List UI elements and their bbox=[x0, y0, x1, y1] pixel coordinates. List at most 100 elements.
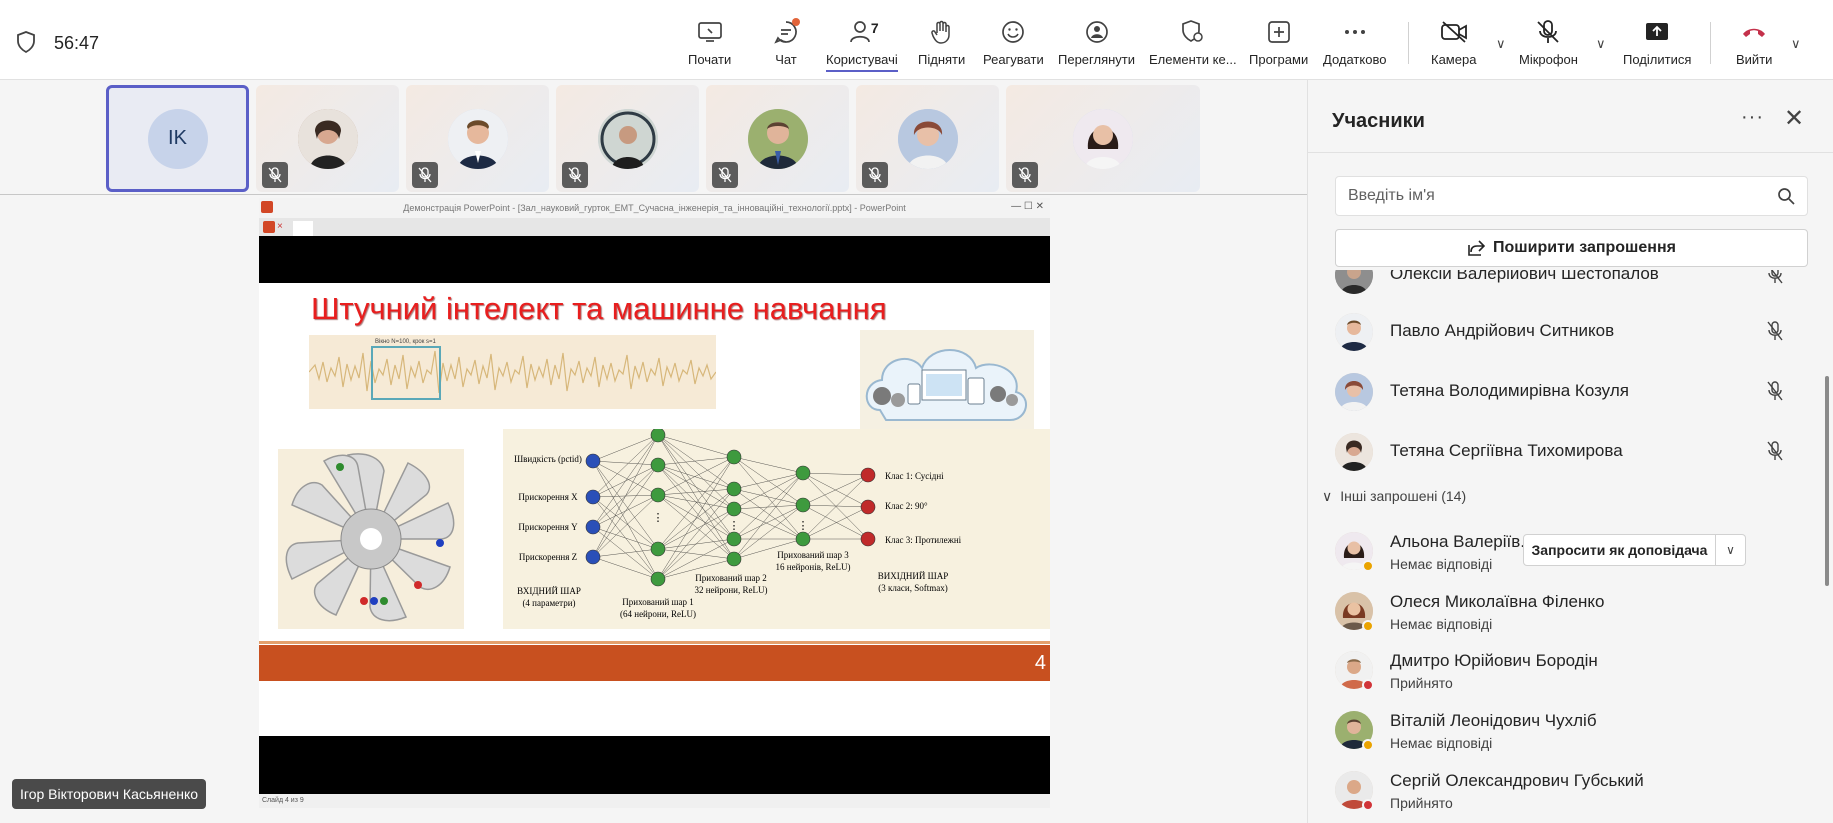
more-options-icon[interactable]: ··· bbox=[1741, 106, 1764, 129]
participant-tile[interactable] bbox=[1006, 85, 1200, 192]
mic-options-chevron-icon[interactable]: ∨ bbox=[1596, 36, 1606, 52]
search-input[interactable] bbox=[1348, 185, 1748, 207]
chat-button[interactable]: Чат bbox=[772, 14, 800, 72]
camera-options-chevron-icon[interactable]: ∨ bbox=[1496, 36, 1506, 52]
participant-name: Сергій Олександрович Губський bbox=[1390, 771, 1644, 790]
elements-label: Елементи ке... bbox=[1149, 52, 1237, 67]
avatar bbox=[597, 108, 658, 169]
participant-search[interactable] bbox=[1335, 176, 1808, 216]
nn-connection bbox=[657, 494, 735, 560]
meeting-controls-button[interactable]: Елементи ке... bbox=[1149, 14, 1237, 72]
nn-connection bbox=[592, 548, 659, 558]
participant-name: Олеся Миколаївна Філенко bbox=[1390, 592, 1605, 611]
nn-connection bbox=[733, 488, 804, 506]
leave-options-chevron-icon[interactable]: ∨ bbox=[1791, 36, 1801, 52]
mic-button[interactable]: Мікрофон bbox=[1519, 14, 1578, 72]
list-item[interactable]: Тетяна Сергіївна Тихомирова bbox=[1308, 421, 1818, 477]
avatar bbox=[297, 108, 358, 169]
invited-group-header[interactable]: ∨ Інші запрошені (14) bbox=[1322, 488, 1466, 505]
window-controls: — ☐ ✕ bbox=[1011, 201, 1044, 212]
participant-tile[interactable] bbox=[706, 85, 849, 192]
nn-neuron bbox=[795, 531, 811, 547]
participant-tile[interactable] bbox=[256, 85, 399, 192]
shared-screen[interactable]: Демонстрація PowerPoint - [Зал_науковий_… bbox=[259, 198, 1050, 808]
participant-tile[interactable] bbox=[406, 85, 549, 192]
list-item[interactable]: Дмитро Юрійович Бородін Прийнято bbox=[1308, 639, 1818, 695]
start-label: Почати bbox=[688, 52, 732, 67]
mic-off-icon bbox=[1767, 381, 1783, 401]
mic-off-icon bbox=[712, 162, 738, 188]
mic-off-icon bbox=[562, 162, 588, 188]
tab-close-icon: × bbox=[277, 221, 283, 232]
powerpoint-icon bbox=[261, 201, 273, 213]
nn-connection bbox=[802, 504, 869, 540]
slide-counter: Слайд 4 из 9 bbox=[262, 797, 304, 804]
list-item[interactable]: Олексій Валерійович Шестопалов bbox=[1308, 270, 1818, 300]
mic-off-icon bbox=[1534, 18, 1562, 46]
nn-connection bbox=[657, 456, 735, 550]
list-item[interactable]: Тетяна Володимирівна Козуля bbox=[1308, 361, 1818, 417]
status-badge bbox=[1362, 679, 1374, 691]
status-badge bbox=[1362, 739, 1374, 751]
more-button[interactable]: Додатково bbox=[1323, 14, 1386, 72]
participants-panel: Учасники ··· ✕ Поширити запрошення Олекс… bbox=[1307, 80, 1833, 823]
search-icon[interactable] bbox=[1777, 187, 1795, 205]
participant-status: Прийнято bbox=[1390, 795, 1453, 811]
participant-name: Дмитро Юрійович Бородін bbox=[1390, 651, 1598, 670]
view-button[interactable]: Переглянути bbox=[1058, 14, 1135, 72]
powerpoint-icon bbox=[263, 221, 275, 233]
share-button[interactable]: Поділитися bbox=[1623, 14, 1691, 72]
share-invite-button[interactable]: Поширити запрошення bbox=[1335, 229, 1808, 267]
nn-connection bbox=[733, 472, 804, 560]
react-button[interactable]: Реагувати bbox=[983, 14, 1044, 72]
leave-label: Вийти bbox=[1736, 52, 1773, 67]
nn-neuron bbox=[860, 499, 876, 515]
nn-connection bbox=[592, 434, 659, 528]
scrollbar[interactable] bbox=[1825, 376, 1829, 586]
nn-connection bbox=[657, 508, 735, 550]
ppt-window-titlebar: Демонстрація PowerPoint - [Зал_науковий_… bbox=[259, 198, 1050, 218]
close-icon[interactable]: ✕ bbox=[1784, 104, 1804, 133]
status-badge bbox=[1362, 799, 1374, 811]
list-item[interactable]: Віталій Леонідович Чухліб Немає відповід… bbox=[1308, 699, 1818, 755]
neural-network-diagram: Швидкість (pctid) Прискорення X Прискоре… bbox=[503, 427, 1050, 629]
slide: Штучний інтелект та машинне навчання Вік… bbox=[259, 283, 1050, 736]
leave-button[interactable]: Вийти bbox=[1736, 14, 1772, 72]
vibration-signal-image: Вікно N=100, крок s=1 bbox=[308, 335, 717, 409]
fan-blade-image bbox=[278, 449, 464, 629]
nn-connection bbox=[592, 556, 659, 580]
chat-label: Чат bbox=[775, 52, 797, 67]
nn-connection bbox=[802, 506, 869, 540]
list-item[interactable]: Сергій Олександрович Губський Прийнято bbox=[1308, 759, 1818, 815]
nn-neuron bbox=[585, 453, 601, 469]
cloud-iot-image bbox=[860, 330, 1034, 434]
mic-off-icon bbox=[1768, 270, 1783, 284]
meeting-stage: IK Демонстрація PowerPoint - [Зал_науков… bbox=[0, 80, 1307, 823]
participant-tile[interactable] bbox=[856, 85, 999, 192]
mic-off-icon bbox=[1767, 321, 1783, 341]
slide-number: 4 bbox=[1034, 652, 1046, 674]
raise-hand-button[interactable]: Підняти bbox=[918, 14, 965, 72]
slide-title: Штучний інтелект та машинне навчання bbox=[311, 291, 887, 326]
nn-connection bbox=[592, 460, 659, 466]
apps-button[interactable]: Програми bbox=[1249, 14, 1308, 72]
camera-button[interactable]: Камера bbox=[1431, 14, 1476, 72]
users-button[interactable]: 7 Користувачі bbox=[826, 14, 898, 72]
list-item[interactable]: Павло Андрійович Ситников bbox=[1308, 301, 1818, 357]
start-button[interactable]: Почати bbox=[688, 14, 731, 72]
list-item[interactable]: Олеся Миколаївна Філенко Немає відповіді bbox=[1308, 580, 1818, 636]
invite-as-presenter-button[interactable]: Запросити як доповідача bbox=[1523, 534, 1716, 566]
participant-list: Олексій Валерійович Шестопалов Павло Анд… bbox=[1308, 270, 1833, 823]
chevron-down-icon[interactable]: ∨ bbox=[1716, 534, 1746, 566]
participant-tile[interactable] bbox=[556, 85, 699, 192]
nn-output-label: Клас 1: Сусідні bbox=[885, 471, 944, 481]
nn-neuron bbox=[726, 481, 742, 497]
nn-neuron bbox=[726, 551, 742, 567]
shield-gear-icon bbox=[1179, 18, 1207, 46]
list-item[interactable]: Альона Валеріїв... Немає відповіді Запро… bbox=[1308, 520, 1818, 576]
participant-tile-self[interactable]: IK bbox=[106, 85, 249, 192]
nn-connection bbox=[802, 474, 869, 506]
nn-neuron bbox=[795, 497, 811, 513]
shield-icon bbox=[17, 31, 35, 53]
nn-neuron bbox=[860, 467, 876, 483]
